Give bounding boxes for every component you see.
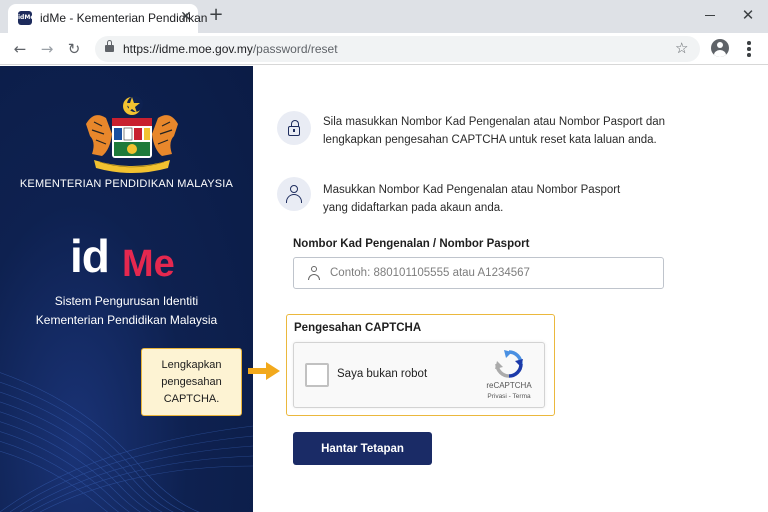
not-robot-checkbox[interactable] [305,363,329,387]
close-icon[interactable]: ✕ [178,9,194,25]
id-number-field[interactable] [293,257,664,289]
lock-icon[interactable] [105,40,114,53]
window-close-icon[interactable]: ✕ [738,6,758,24]
not-robot-label[interactable]: Saya bukan robot [337,368,427,380]
browser-tab-bar: idMe idMe - Kementerian Pendidikan ✕ + ✕ [0,0,768,33]
instruction-text-2: Masukkan Nombor Kad Pengenalan atau Nomb… [323,181,620,217]
minimize-icon[interactable] [700,6,720,24]
browser-toolbar: ← → ↻ https://idme.moe.gov.my/password/r… [0,33,768,65]
idme-logo: id Me [70,230,190,285]
instruction-2-line2: yang didaftarkan pada akaun anda. [323,202,504,214]
favicon-icon: idMe [18,11,34,25]
captcha-title: Pengesahan CAPTCHA [294,322,422,334]
ministry-name: KEMENTERIAN PENDIDIKAN MALAYSIA [19,178,234,190]
instruction-text-1: Sila masukkan Nombor Kad Pengenalan atau… [323,113,665,149]
url-host: https://idme.moe.gov.my [123,42,253,56]
recaptcha-widget: Saya bukan robot reCAPTCHA Privasi - Ter… [293,342,545,408]
captcha-callout: Lengkapkan pengesahan CAPTCHA. [141,348,242,416]
instruction-1-line1: Sila masukkan Nombor Kad Pengenalan atau… [323,116,666,128]
url-text[interactable]: https://idme.moe.gov.my/password/reset [123,42,338,56]
instruction-2-line1: Masukkan Nombor Kad Pengenalan atau Nomb… [323,184,621,196]
logo-me-text: Me [122,243,175,285]
address-bar[interactable]: https://idme.moe.gov.my/password/reset ☆ [95,36,700,62]
branding-panel: KEMENTERIAN PENDIDIKAN MALAYSIA id Me Si… [0,66,253,512]
instruction-1-line2: lengkapkan pengesahan CAPTCHA untuk rese… [323,134,657,146]
recaptcha-brand: reCAPTCHA [486,381,532,390]
forward-arrow-icon[interactable]: → [37,39,57,59]
user-icon [277,177,311,211]
reload-icon[interactable]: ↻ [64,39,84,59]
id-number-input[interactable] [330,258,660,288]
system-name-line1: Sistem Pengurusan Identiti [54,294,199,308]
submit-button[interactable]: Hantar Tetapan [293,432,432,465]
person-icon [307,266,321,280]
plus-icon[interactable]: + [207,6,225,24]
system-name-line2: Kementerian Pendidikan Malaysia [35,313,218,327]
padlock-icon [277,111,311,145]
recaptcha-logo-icon [495,350,523,378]
arrow-right-icon [248,362,280,380]
malaysia-coat-of-arms-logo [86,96,178,173]
logo-id-text: id [70,230,110,282]
browser-tab[interactable]: idMe idMe - Kementerian Pendidikan ✕ [8,4,207,33]
captcha-section: Pengesahan CAPTCHA Saya bukan robot reCA… [286,314,555,416]
profile-icon[interactable] [711,39,729,57]
back-arrow-icon[interactable]: ← [10,39,30,59]
recaptcha-privacy-terms-links[interactable]: Privasi - Terma [480,393,538,400]
id-number-label: Nombor Kad Pengenalan / Nombor Pasport [293,238,530,250]
menu-icon[interactable] [742,40,756,58]
star-icon[interactable]: ☆ [675,39,688,57]
url-path: /password/reset [252,42,338,56]
